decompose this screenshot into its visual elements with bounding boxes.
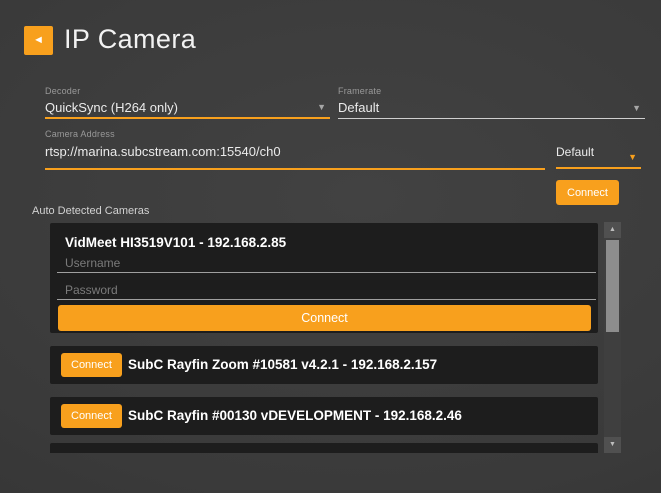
arrow-up-icon: ▲ xyxy=(609,226,616,233)
framerate-value: Default xyxy=(338,100,645,115)
auto-detected-cameras-label: Auto Detected Cameras xyxy=(32,205,149,217)
framerate-label: Framerate xyxy=(338,86,645,96)
camera-address-field: Camera Address xyxy=(45,129,545,170)
chevron-down-icon: ▼ xyxy=(317,102,326,112)
stream-type-dropdown[interactable]: Default ▼ xyxy=(556,138,641,169)
arrow-down-icon: ▼ xyxy=(609,441,616,448)
decoder-value: QuickSync (H264 only) xyxy=(45,100,330,115)
camera-address-label: Camera Address xyxy=(45,129,545,139)
back-arrow-icon: ◄ xyxy=(33,34,44,46)
username-input[interactable] xyxy=(57,255,596,273)
framerate-dropdown[interactable]: Framerate Default ▼ xyxy=(338,86,645,119)
camera-list-scrollbar[interactable]: ▲ ▼ xyxy=(604,222,621,453)
camera-card-partial xyxy=(50,443,598,453)
scrollbar-thumb[interactable] xyxy=(606,240,619,332)
camera-card-rayfin-dev: Connect SubC Rayfin #00130 vDEVELOPMENT … xyxy=(50,397,598,435)
connect-camera-button[interactable]: Connect xyxy=(61,404,122,428)
scroll-down-button[interactable]: ▼ xyxy=(604,437,621,453)
decoder-label: Decoder xyxy=(45,86,330,96)
camera-title: SubC Rayfin #00130 vDEVELOPMENT - 192.16… xyxy=(128,397,462,435)
ip-camera-panel: ◄ IP Camera Decoder QuickSync (H264 only… xyxy=(0,0,661,493)
password-input[interactable] xyxy=(57,282,596,300)
back-button[interactable]: ◄ xyxy=(24,26,53,55)
camera-title: SubC Rayfin Zoom #10581 v4.2.1 - 192.168… xyxy=(128,346,437,384)
camera-title: VidMeet HI3519V101 - 192.168.2.85 xyxy=(65,235,286,250)
connect-button[interactable]: Connect xyxy=(556,180,619,205)
chevron-down-icon: ▼ xyxy=(628,152,637,162)
chevron-down-icon: ▼ xyxy=(632,103,641,113)
camera-card-vidmeet: VidMeet HI3519V101 - 192.168.2.85 Connec… xyxy=(50,223,598,333)
page-title: IP Camera xyxy=(64,24,196,55)
decoder-dropdown[interactable]: Decoder QuickSync (H264 only) ▼ xyxy=(45,86,330,119)
connect-camera-button[interactable]: Connect xyxy=(61,353,122,377)
connect-camera-button[interactable]: Connect xyxy=(58,305,591,331)
camera-card-rayfin-zoom: Connect SubC Rayfin Zoom #10581 v4.2.1 -… xyxy=(50,346,598,384)
camera-address-input[interactable] xyxy=(45,144,545,159)
scroll-up-button[interactable]: ▲ xyxy=(604,222,621,238)
